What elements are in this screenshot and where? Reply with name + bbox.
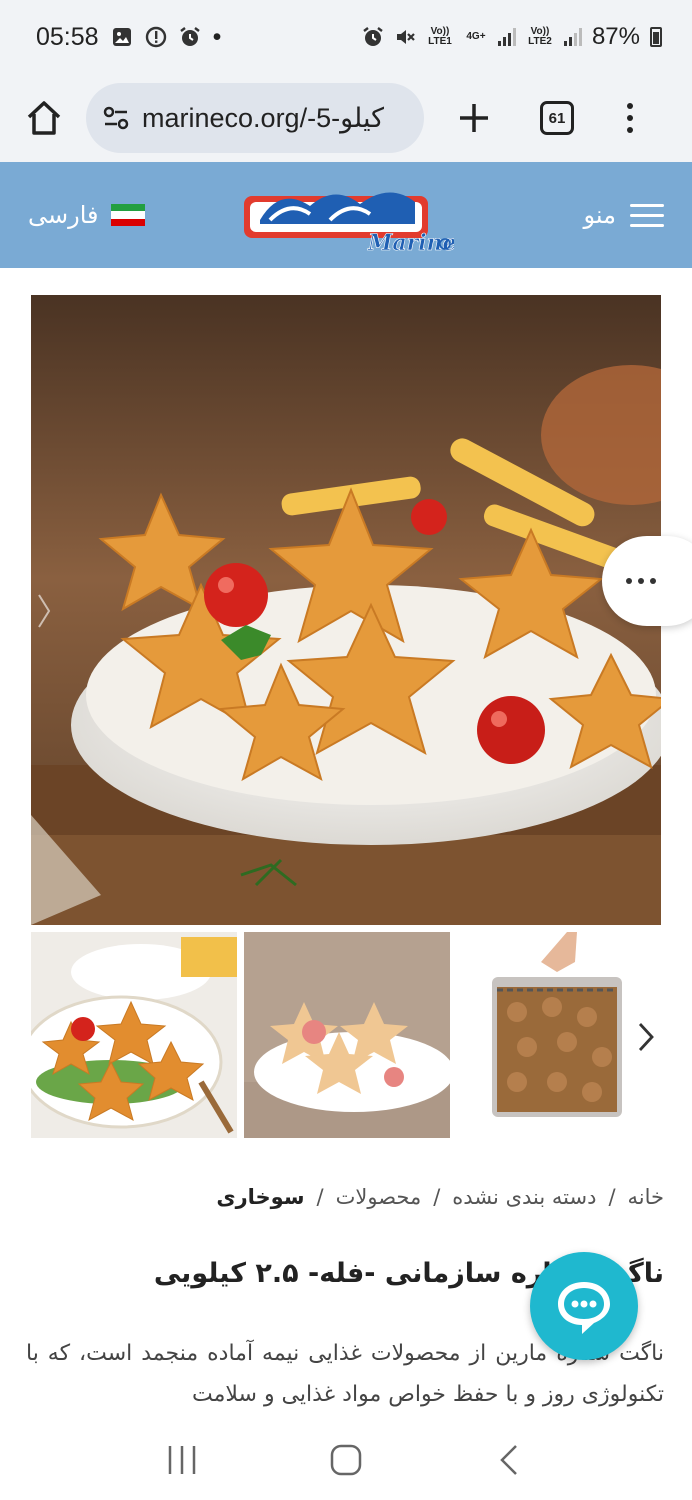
battery-percent: 87% bbox=[591, 23, 640, 50]
system-nav-bar bbox=[0, 1420, 692, 1500]
browser-menu-button[interactable] bbox=[624, 103, 636, 133]
status-left: 05:58 • bbox=[36, 23, 221, 52]
dot-icon bbox=[627, 115, 633, 121]
back-icon[interactable] bbox=[492, 1442, 528, 1478]
site-settings-icon bbox=[103, 106, 129, 130]
status-bar: 05:58 • Vo)) LTE1 4G+ Vo)) LTE2 87% bbox=[0, 0, 692, 74]
plus-icon bbox=[460, 104, 488, 132]
signal1-icon bbox=[497, 28, 516, 46]
nuggets-bowl-thumb bbox=[244, 932, 450, 1138]
nuggets-plate-thumb bbox=[31, 932, 237, 1138]
gallery-icon bbox=[112, 28, 131, 46]
chat-icon bbox=[558, 1282, 610, 1334]
home-icon bbox=[27, 101, 61, 135]
dot-icon bbox=[638, 578, 644, 584]
signal2-icon bbox=[563, 28, 582, 46]
new-tab-button[interactable] bbox=[452, 96, 496, 140]
mute-icon bbox=[396, 30, 415, 44]
volte1-label: Vo)) LTE1 bbox=[428, 26, 452, 47]
volte2-label: Vo)) LTE2 bbox=[528, 26, 552, 47]
thumbnail-3[interactable] bbox=[457, 932, 663, 1138]
browser-toolbar: marineco.org/-5-کیلو 61 bbox=[0, 74, 692, 162]
status-dot: • bbox=[212, 22, 222, 51]
breadcrumb-separator: / bbox=[433, 1185, 441, 1209]
star-nuggets-photo bbox=[31, 295, 661, 925]
language-switcher[interactable]: فارسی bbox=[28, 201, 145, 229]
iran-flag-icon bbox=[110, 204, 145, 226]
chat-button[interactable] bbox=[530, 1252, 638, 1360]
breadcrumb-current: سوخاری bbox=[216, 1185, 305, 1209]
alert-icon bbox=[145, 26, 166, 48]
thumbnail-1[interactable] bbox=[31, 932, 237, 1138]
nuggets-bag-thumb bbox=[457, 932, 663, 1138]
status-time: 05:58 bbox=[36, 22, 99, 51]
svg-text:Marine: Marine bbox=[367, 230, 454, 256]
home-nav-icon[interactable] bbox=[328, 1442, 364, 1478]
chevron-right-icon[interactable] bbox=[634, 1020, 658, 1054]
address-bar[interactable]: marineco.org/-5-کیلو bbox=[86, 83, 424, 153]
language-label: فارسی bbox=[28, 201, 99, 229]
dot-icon bbox=[627, 127, 633, 133]
site-header: فارسی Marine منو bbox=[0, 162, 692, 268]
alarm-icon bbox=[179, 27, 200, 46]
dot-icon bbox=[650, 578, 656, 584]
dot-icon bbox=[627, 103, 633, 109]
menu-label: منو bbox=[583, 201, 617, 229]
url-text: marineco.org/-5-کیلو bbox=[142, 102, 384, 133]
thumbnail-gallery bbox=[31, 932, 663, 1138]
hamburger-icon bbox=[630, 203, 664, 227]
breadcrumb-home[interactable]: خانه bbox=[628, 1185, 664, 1209]
menu-toggle[interactable]: منو bbox=[583, 201, 664, 229]
floating-options-button[interactable] bbox=[602, 536, 692, 626]
breadcrumb: خانه / دسته بندی نشده / محصولات / سوخاری bbox=[216, 1185, 664, 1209]
network-label: 4G+ bbox=[466, 31, 486, 42]
marine-logo[interactable]: Marine bbox=[240, 176, 454, 256]
battery-icon bbox=[650, 27, 662, 47]
breadcrumb-uncategorized[interactable]: دسته بندی نشده bbox=[452, 1185, 596, 1209]
home-button[interactable] bbox=[18, 92, 70, 144]
thumbnail-2[interactable] bbox=[244, 932, 450, 1138]
status-right: Vo)) LTE1 4G+ Vo)) LTE2 87% bbox=[362, 23, 662, 51]
breadcrumb-separator: / bbox=[608, 1185, 616, 1209]
product-main-image[interactable] bbox=[31, 295, 661, 925]
tab-count: 61 bbox=[548, 109, 566, 127]
breadcrumb-separator: / bbox=[316, 1185, 324, 1209]
tab-switcher-button[interactable]: 61 bbox=[540, 101, 574, 135]
alarm-icon bbox=[363, 27, 383, 46]
breadcrumb-products[interactable]: محصولات bbox=[336, 1185, 422, 1209]
dot-icon bbox=[626, 578, 632, 584]
recent-apps-icon[interactable] bbox=[164, 1442, 200, 1478]
